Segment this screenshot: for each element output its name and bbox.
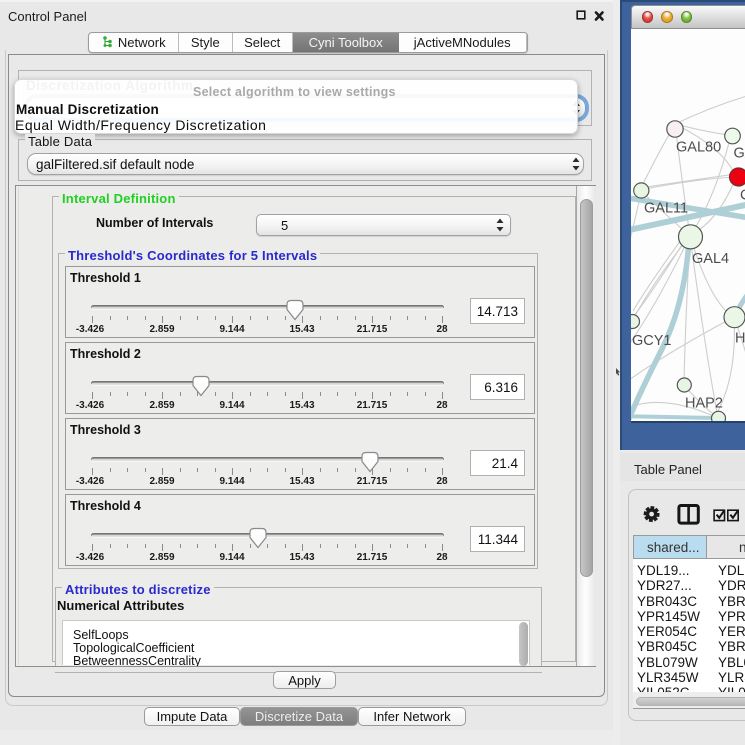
svg-text:C: C	[740, 187, 745, 203]
svg-text:GCY1: GCY1	[632, 333, 672, 349]
svg-text:HA: HA	[735, 330, 745, 346]
svg-text:GAL80: GAL80	[676, 139, 721, 155]
svg-text:GAL4: GAL4	[692, 251, 729, 267]
svg-text:HAP2: HAP2	[685, 395, 723, 411]
svg-text:GA: GA	[734, 145, 745, 161]
svg-text:GAL11: GAL11	[644, 200, 688, 216]
